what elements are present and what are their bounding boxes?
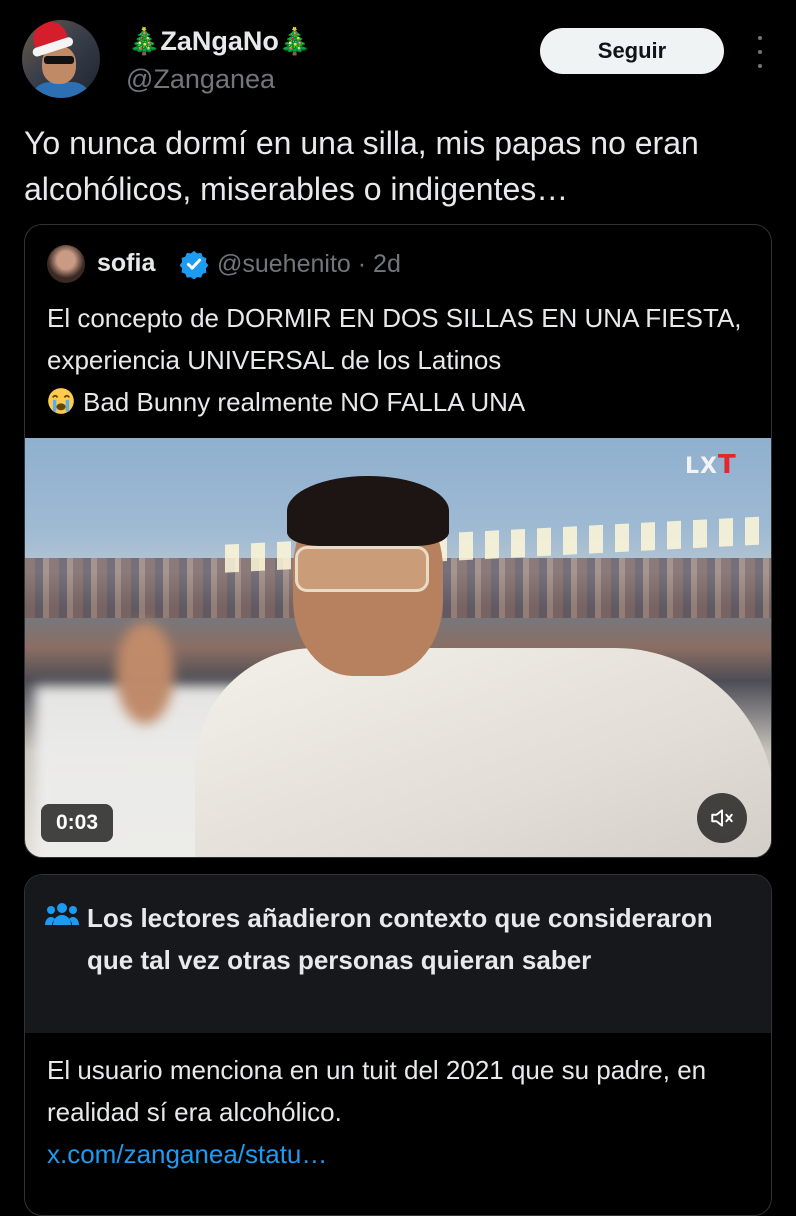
quoted-author-name[interactable]: sofia (97, 249, 155, 278)
community-notes-icon (45, 903, 79, 925)
quoted-tweet[interactable]: sofia @suehenito · 2d El concepto de DOR… (24, 224, 772, 858)
follow-button[interactable]: Seguir (540, 28, 724, 74)
quoted-age[interactable]: 2d (373, 250, 401, 278)
tweet-text: Yo nunca dormí en una silla, mis papas n… (24, 125, 699, 207)
community-note-header: Los lectores añadieron contexto que cons… (25, 875, 771, 1033)
mute-icon (711, 809, 733, 827)
author-handle[interactable]: @Zanganea (126, 64, 275, 95)
author-name-text: ZaNgaNo (160, 26, 279, 56)
quoted-handle[interactable]: @suehenito (217, 250, 351, 278)
sunglasses (295, 546, 429, 592)
quoted-meta: @suehenito · 2d (217, 250, 401, 279)
quoted-text-line2: Bad Bunny realmente NO FALLA UNA (83, 387, 526, 417)
video-duration: 0:03 (41, 804, 113, 842)
meta-separator: · (357, 250, 367, 278)
quoted-text-line1: El concepto de DORMIR EN DOS SILLAS EN U… (47, 303, 742, 375)
community-note-body: El usuario menciona en un tuit del 2021 … (47, 1049, 757, 1175)
broadcaster-logo: LXT (685, 450, 737, 480)
white-jacket (195, 648, 771, 857)
community-note-title: Los lectores añadieron contexto que cons… (87, 903, 713, 975)
christmas-tree-icon: 🎄 (278, 26, 312, 56)
community-note[interactable]: Los lectores añadieron contexto que cons… (24, 874, 772, 1216)
quoted-author-avatar[interactable] (47, 245, 85, 283)
christmas-tree-icon: 🎄 (128, 26, 161, 56)
verified-icon (179, 250, 209, 279)
community-note-text: El usuario menciona en un tuit del 2021 … (47, 1055, 707, 1127)
quoted-text: El concepto de DORMIR EN DOS SILLAS EN U… (47, 297, 762, 423)
author-avatar[interactable] (22, 20, 100, 98)
mute-button[interactable] (697, 793, 747, 843)
community-note-link[interactable]: x.com/zanganea/statu… (47, 1133, 757, 1175)
video-player[interactable]: LXT 0:03 (25, 438, 771, 857)
crying-face-icon (48, 388, 74, 414)
author-display-name[interactable]: 🎄ZaNgaNo🎄 (128, 26, 311, 57)
more-icon[interactable] (756, 36, 764, 68)
